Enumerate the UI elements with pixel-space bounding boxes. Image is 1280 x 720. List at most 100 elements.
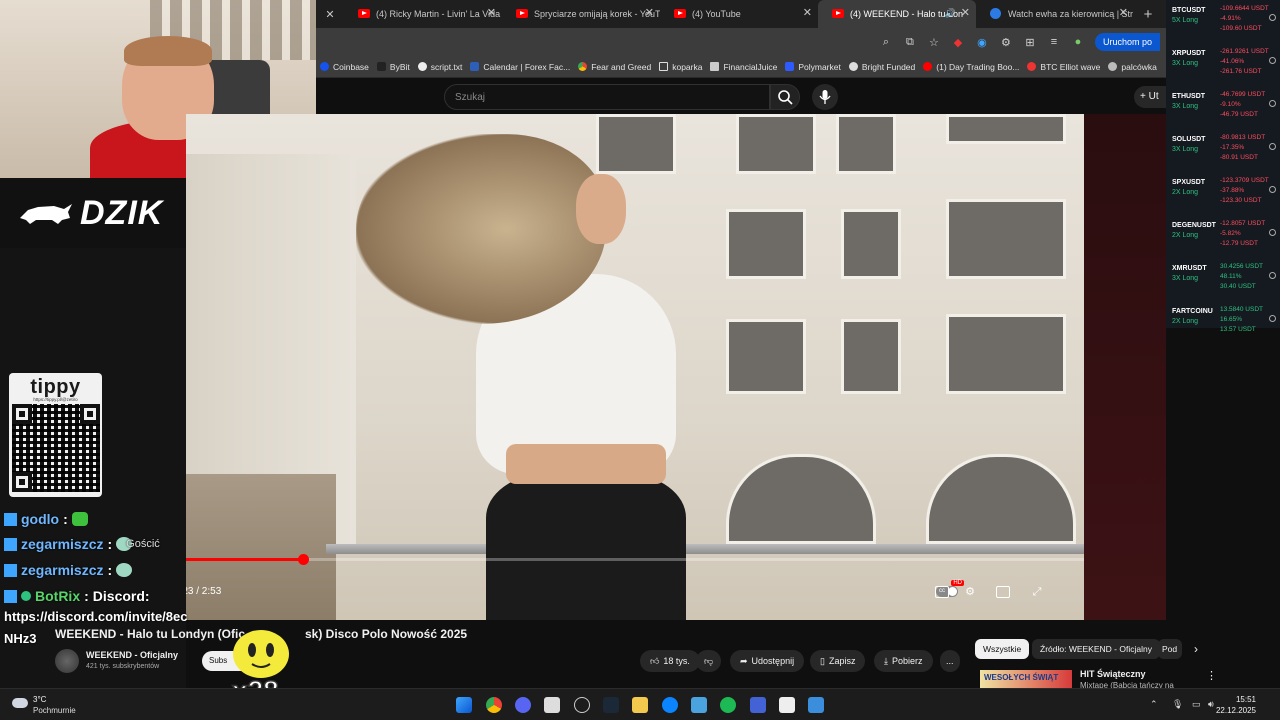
bookmark-star-icon[interactable]: ☆ [927, 35, 941, 49]
refresh-icon[interactable] [1269, 100, 1276, 107]
bookmark-item[interactable]: Polymarket [785, 62, 841, 72]
network-icon[interactable]: ▭ [1192, 699, 1201, 710]
app-icon[interactable] [691, 697, 707, 713]
volume-icon[interactable]: 🔊︎ [1208, 699, 1214, 710]
refresh-icon[interactable] [1269, 315, 1276, 322]
bookmark-item[interactable]: Calendar | Forex Fac... [470, 62, 570, 72]
refresh-icon[interactable] [1269, 229, 1276, 236]
browser-tab[interactable]: (4) YouTube ✕ [660, 0, 818, 28]
share-button[interactable]: ➦ Udostępnij [730, 650, 805, 672]
video-progress-bar[interactable] [186, 554, 1084, 565]
spotify-icon[interactable] [720, 697, 736, 713]
miniplayer-icon[interactable] [996, 586, 1010, 598]
download-label: Pobierz [891, 656, 923, 666]
close-icon[interactable]: ✕ [803, 8, 812, 19]
close-icon[interactable]: ✕ [645, 8, 654, 19]
video-progress-knob[interactable] [297, 554, 309, 565]
crypto-position-row: SOLUSDT 3X Long -80.9813 USDT -17.35% -80.91… [1166, 131, 1280, 171]
video-player[interactable]: 0:23 / 2:53 cc ⚙ HD ⤢ [186, 114, 1084, 620]
refresh-icon[interactable] [1269, 143, 1276, 150]
chevron-up-icon[interactable]: ⌃ [1150, 699, 1158, 710]
profile-avatar-icon[interactable]: ● [1071, 35, 1085, 49]
browser-tab[interactable]: (4) Ricky Martin - Livin' La Vida ✕ [344, 0, 502, 28]
clock-time[interactable]: 15:51 [1236, 695, 1256, 704]
browser-tab-active[interactable]: (4) WEEKEND - Halo tu Lon 🔊 ✕ [818, 0, 976, 28]
bookmark-item[interactable]: BTC Elliot wave [1027, 62, 1100, 72]
close-icon[interactable]: ✕ [487, 8, 496, 19]
bookmark-item[interactable]: Fear and Greed [578, 62, 651, 72]
subtitles-icon[interactable]: cc [935, 586, 949, 598]
bookmark-item[interactable]: (1) Day Trading Boo... [923, 62, 1019, 72]
refresh-icon[interactable] [1269, 14, 1276, 21]
bookmark-item[interactable]: Coinbase [320, 62, 369, 72]
recommended-thumbnail[interactable]: WESOŁYCH ŚWIĄT [980, 670, 1072, 688]
extension-icon[interactable]: ⚙ [999, 35, 1013, 49]
refresh-icon[interactable] [1269, 272, 1276, 279]
obs-icon[interactable] [574, 697, 590, 713]
steam-icon[interactable] [603, 697, 619, 713]
chip-source[interactable]: Źródło: WEEKEND - Oficjalny [1032, 639, 1160, 659]
refresh-icon[interactable] [1269, 57, 1276, 64]
file-explorer-icon[interactable] [632, 697, 648, 713]
coin-symbol: BTCUSDT [1172, 7, 1206, 14]
puzzle-icon[interactable]: ⊞ [1023, 35, 1037, 49]
settings-gear-icon[interactable]: ⚙ [963, 586, 977, 598]
chip-all[interactable]: Wszystkie [975, 639, 1030, 659]
chevron-right-icon[interactable]: › [1194, 642, 1198, 656]
download-button[interactable]: ⤓ Pobierz [874, 650, 933, 672]
save-button[interactable]: ▯ Zapisz [810, 650, 866, 672]
speaker-icon[interactable]: 🔊 [945, 8, 956, 19]
bookmark-item[interactable]: ByBit [376, 62, 410, 72]
weather-temperature[interactable]: 3°C [33, 695, 46, 704]
chip-related[interactable]: Pod [1158, 639, 1182, 659]
new-tab-button[interactable]: + [1134, 6, 1162, 23]
chrome-icon[interactable] [486, 697, 502, 713]
browser-tab[interactable]: Watch ewha za kierownicą | Str ✕ [976, 0, 1134, 28]
like-button[interactable]: 👍︎ 18 tys. [640, 650, 700, 672]
bookmark-item[interactable]: FinancialJuice [710, 62, 777, 72]
mic-icon[interactable]: 🎙︎ [1172, 699, 1183, 710]
tab-close-icon[interactable]: ✕ [316, 0, 344, 28]
coin-leverage: 2X Long [1172, 232, 1199, 239]
coin-leverage: 3X Long [1172, 103, 1199, 110]
webcam-streamer-hair [124, 36, 212, 66]
boar-icon [20, 204, 72, 224]
zoom-icon[interactable]: ⌕ [879, 35, 893, 49]
app-icon[interactable] [808, 697, 824, 713]
discord-icon[interactable] [515, 697, 531, 713]
bookmark-item[interactable]: Bright Funded [848, 62, 915, 72]
coin-value: -261.9261 USDT [1220, 48, 1269, 55]
search-input[interactable]: Szukaj [444, 84, 770, 110]
extension-icon[interactable]: ◉ [975, 35, 989, 49]
notepad-icon[interactable] [779, 697, 795, 713]
recommended-title[interactable]: HIT Świąteczny [1080, 669, 1146, 679]
windows-start-icon[interactable] [456, 697, 472, 713]
more-actions-button[interactable]: ... [940, 650, 960, 672]
video-window [836, 114, 896, 174]
bookmark-item[interactable]: script.txt [417, 62, 462, 72]
close-icon[interactable]: ✕ [961, 8, 970, 19]
app-icon[interactable] [544, 697, 560, 713]
edge-icon[interactable] [662, 697, 678, 713]
chat-discord-link[interactable]: https://discord.com/invite/8ec [4, 609, 188, 624]
media-control-icon[interactable]: ≡ [1047, 35, 1061, 49]
coin-symbol: XRPUSDT [1172, 50, 1206, 57]
app-icon[interactable] [750, 697, 766, 713]
refresh-icon[interactable] [1269, 186, 1276, 193]
bookmark-item[interactable]: koparka [659, 62, 702, 72]
weather-description[interactable]: Pochmurnie [33, 706, 76, 715]
clock-date[interactable]: 22.12.2025 [1216, 706, 1256, 715]
close-icon[interactable]: ✕ [1119, 8, 1128, 19]
bookmark-item[interactable]: palcówka [1108, 62, 1157, 72]
voice-search-button[interactable] [812, 84, 838, 110]
channel-name[interactable]: WEEKEND - Oficjalny [86, 650, 178, 660]
more-vert-icon[interactable]: ⋮ [1206, 669, 1217, 682]
search-button[interactable] [770, 84, 800, 110]
channel-avatar[interactable] [55, 649, 79, 673]
cast-icon[interactable]: ⧉ [903, 35, 917, 49]
dislike-button[interactable]: 👎︎ [696, 650, 722, 672]
run-button[interactable]: Uruchom po [1094, 33, 1160, 51]
browser-tab[interactable]: Spryciarze omijają korek - YouT ✕ [502, 0, 660, 28]
fullscreen-icon[interactable]: ⤢ [1030, 586, 1044, 598]
extension-icon[interactable]: ◆ [951, 35, 965, 49]
